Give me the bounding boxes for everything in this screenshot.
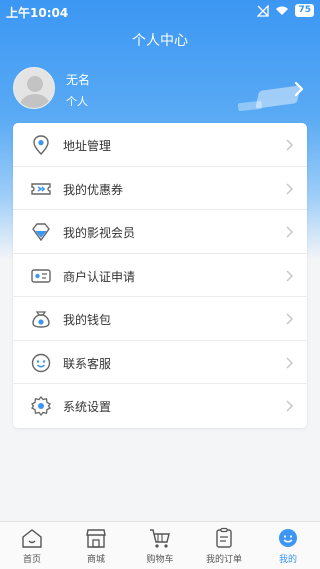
tab-label: 首页 xyxy=(22,555,41,565)
menu-label: 我的影视会员 xyxy=(63,226,136,240)
menu-label: 商户认证申请 xyxy=(63,269,136,284)
id-card-icon xyxy=(31,268,51,283)
cart-icon xyxy=(150,529,170,548)
status-time: 上午10:04 xyxy=(6,6,69,20)
signal-off-icon xyxy=(257,4,270,17)
location-pin-icon xyxy=(33,135,49,155)
page-title: 个人中心 xyxy=(132,33,188,49)
order-icon xyxy=(216,527,232,548)
avatar[interactable] xyxy=(13,67,55,109)
menu-label: 系统设置 xyxy=(63,400,112,414)
menu-label: 我的钱包 xyxy=(63,313,112,327)
menu-item-vip[interactable]: 我的影视会员 xyxy=(13,210,307,254)
gear-icon xyxy=(31,395,51,417)
menu-item-address[interactable]: 地址管理 xyxy=(13,123,307,167)
chevron-right-icon[interactable] xyxy=(289,79,309,99)
tab-orders[interactable]: 我的订单 xyxy=(192,522,256,569)
chevron-right-icon xyxy=(286,269,294,282)
tab-store[interactable]: 商城 xyxy=(64,522,128,569)
status-icons: 75 xyxy=(257,4,314,17)
menu-label: 我的优惠券 xyxy=(63,182,124,197)
chevron-right-icon xyxy=(286,356,294,369)
tab-label: 我的订单 xyxy=(205,555,242,565)
status-bar: 上午10:04 75 xyxy=(0,0,320,22)
profile-section[interactable]: 无名 个人 xyxy=(13,67,309,111)
wifi-icon xyxy=(276,6,289,15)
battery-icon: 75 xyxy=(295,4,314,17)
chevron-right-icon xyxy=(286,313,294,325)
menu-item-customer-service[interactable]: 联系客服 xyxy=(13,341,307,384)
user-name: 无名 xyxy=(66,73,91,87)
menu-item-coupons[interactable]: 我的优惠券 xyxy=(13,167,307,210)
user-icon xyxy=(279,529,297,547)
store-icon xyxy=(86,529,106,548)
tab-label: 我的 xyxy=(278,555,297,565)
home-icon xyxy=(22,529,42,548)
tab-cart[interactable]: 购物车 xyxy=(128,522,192,569)
menu-label: 地址管理 xyxy=(63,139,112,153)
smile-service-icon xyxy=(31,353,51,372)
tab-bar: 首页 商城 购物车 我的订单 我的 xyxy=(0,521,320,569)
wallet-icon xyxy=(32,311,50,328)
tab-label: 商城 xyxy=(86,555,105,565)
ticket-icon xyxy=(31,182,51,195)
menu-card: 地址管理 我的优惠券 我的影视会员 商户认证申请 我的钱包 联系客服 系统设置 xyxy=(13,123,307,428)
user-role: 个人 xyxy=(66,95,88,108)
tab-label: 购物车 xyxy=(146,555,174,565)
menu-item-merchant[interactable]: 商户认证申请 xyxy=(13,254,307,297)
chevron-right-icon xyxy=(286,226,294,238)
tab-home[interactable]: 首页 xyxy=(0,522,64,569)
tab-mine[interactable]: 我的 xyxy=(256,522,320,569)
menu-item-wallet[interactable]: 我的钱包 xyxy=(13,297,307,341)
chevron-right-icon xyxy=(286,139,294,151)
menu-item-settings[interactable]: 系统设置 xyxy=(13,384,307,428)
chevron-right-icon xyxy=(286,182,294,195)
chevron-right-icon xyxy=(286,400,294,412)
menu-label: 联系客服 xyxy=(63,356,112,371)
diamond-icon xyxy=(32,223,50,242)
